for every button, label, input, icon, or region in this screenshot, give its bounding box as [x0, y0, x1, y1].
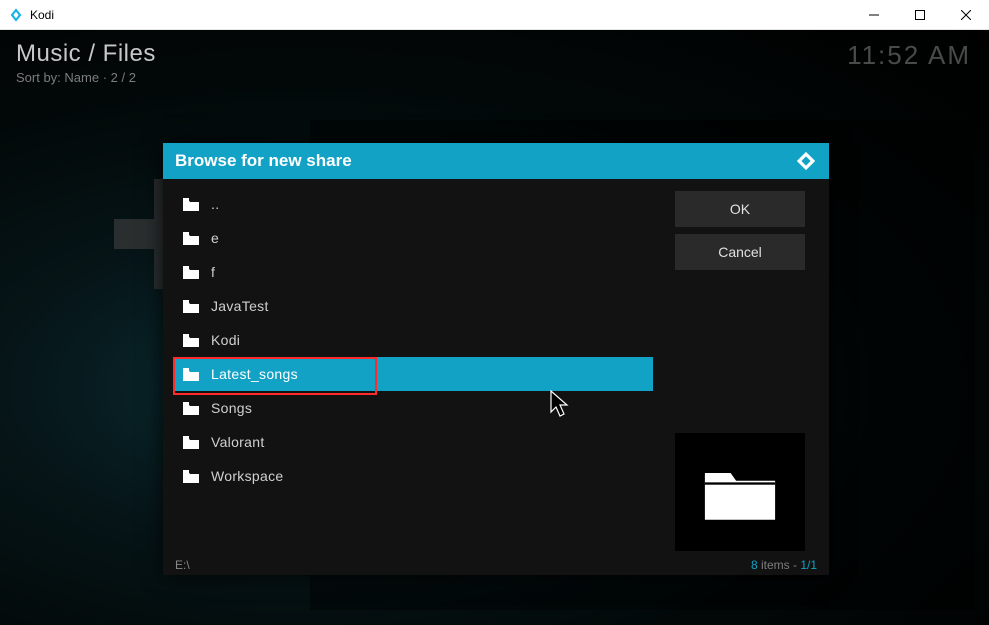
dialog-header: Browse for new share [163, 143, 829, 179]
list-item[interactable]: Workspace [173, 459, 653, 493]
folder-icon [183, 334, 199, 347]
kodi-app-icon [8, 7, 24, 23]
kodi-app: Music / Files Sort by: Name · 2 / 2 11:5… [0, 30, 989, 625]
list-item-label: Latest_songs [211, 366, 298, 382]
clock: 11:52 AM [847, 40, 971, 71]
folder-icon [183, 266, 199, 279]
kodi-logo-icon [795, 150, 817, 172]
ok-button[interactable]: OK [675, 191, 805, 227]
list-item-label: f [211, 264, 215, 280]
file-list: .. e f JavaTest Kodi Latest_songs Songs Valoran… [173, 187, 653, 551]
item-count: 8 [751, 558, 758, 572]
dialog-title: Browse for new share [175, 151, 352, 171]
list-item[interactable]: e [173, 221, 653, 255]
list-item[interactable]: JavaTest [173, 289, 653, 323]
dialog-body: .. e f JavaTest Kodi Latest_songs Songs Valoran… [163, 179, 829, 555]
list-item[interactable]: Valorant [173, 425, 653, 459]
current-path: E:\ [175, 558, 190, 572]
cancel-button[interactable]: Cancel [675, 234, 805, 270]
list-position: 2 / 2 [111, 70, 136, 85]
browse-share-dialog: Browse for new share .. e f JavaTest Kodi Lat… [163, 143, 829, 575]
folder-icon [183, 232, 199, 245]
list-item-label: Workspace [211, 468, 283, 484]
folder-icon [183, 402, 199, 415]
breadcrumb: Music / Files [16, 40, 973, 68]
folder-icon [183, 198, 199, 211]
page-header: Music / Files Sort by: Name · 2 / 2 [0, 30, 989, 89]
list-item[interactable]: .. [173, 187, 653, 221]
list-item-label: JavaTest [211, 298, 269, 314]
folder-icon [701, 461, 779, 524]
list-item[interactable]: Latest_songs [173, 357, 653, 391]
list-item[interactable]: Songs [173, 391, 653, 425]
folder-icon [183, 436, 199, 449]
list-item-label: .. [211, 196, 219, 212]
folder-icon [183, 368, 199, 381]
sort-info: Sort by: Name · 2 / 2 [16, 70, 973, 85]
minimize-button[interactable] [851, 0, 897, 30]
dialog-right-column: OK Cancel [675, 187, 805, 551]
close-button[interactable] [943, 0, 989, 30]
folder-preview [675, 433, 805, 551]
list-item[interactable]: Kodi [173, 323, 653, 357]
list-item[interactable]: f [173, 255, 653, 289]
page-indicator: 1/1 [800, 558, 817, 572]
dialog-footer: E:\ 8 items - 1/1 [163, 555, 829, 575]
list-item-label: Valorant [211, 434, 265, 450]
maximize-button[interactable] [897, 0, 943, 30]
sort-by-label[interactable]: Sort by: Name [16, 70, 99, 85]
folder-icon [183, 300, 199, 313]
list-item-label: Kodi [211, 332, 240, 348]
window-titlebar: Kodi [0, 0, 989, 30]
list-item-label: e [211, 230, 219, 246]
folder-icon [183, 470, 199, 483]
window-controls [851, 0, 989, 30]
list-item-label: Songs [211, 400, 252, 416]
footer-summary: 8 items - 1/1 [751, 558, 817, 572]
window-title: Kodi [30, 8, 54, 22]
